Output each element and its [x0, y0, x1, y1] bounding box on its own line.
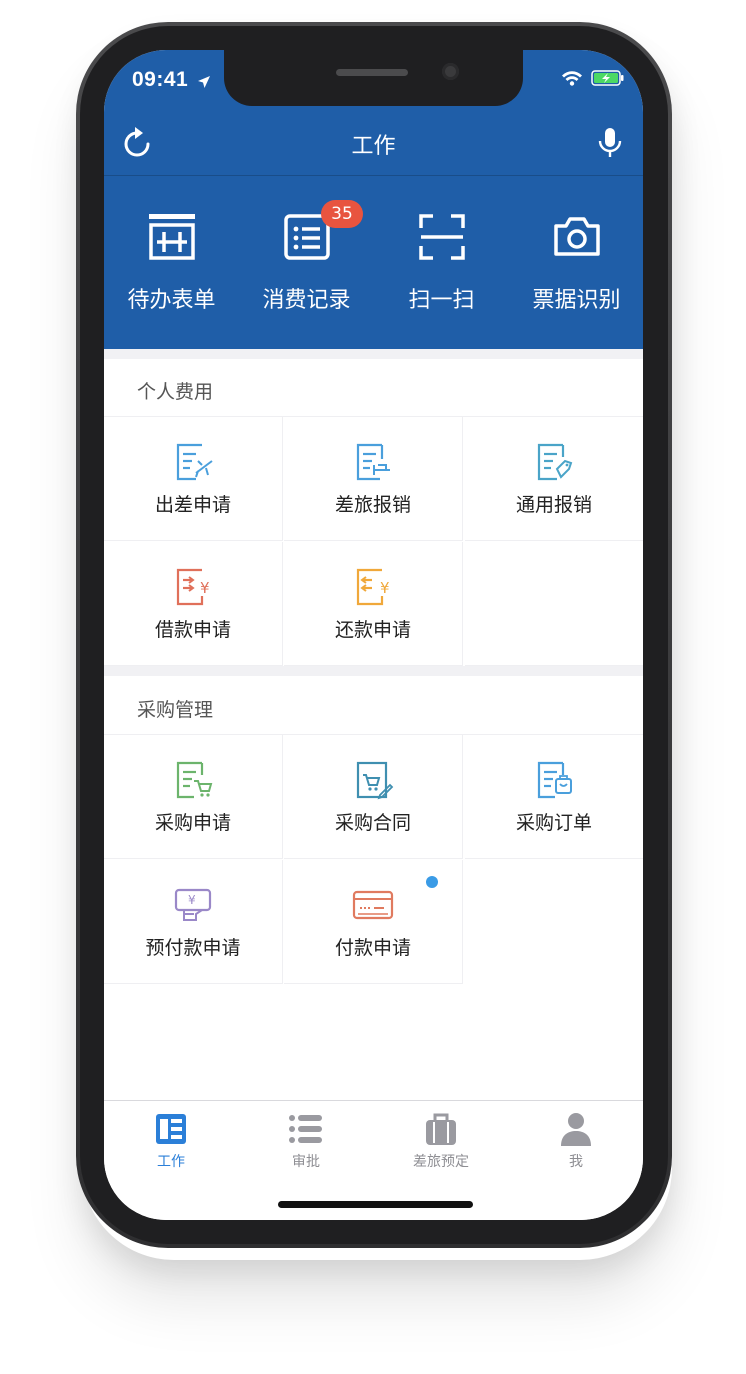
speaker [336, 69, 408, 76]
repay-request-icon: ¥ [356, 568, 390, 606]
prepayment-request-icon: ¥ [174, 888, 212, 921]
grid-item-payment-request[interactable]: 付款申请 [284, 860, 463, 984]
camera-icon [553, 217, 600, 256]
quick-action-expense-records[interactable]: 35 消费记录 [239, 200, 374, 320]
grid-item-label: 借款申请 [154, 619, 231, 641]
purchase-request-icon [176, 761, 213, 799]
location-arrow-icon [198, 76, 210, 88]
list-bullets-icon [289, 1115, 322, 1143]
new-indicator-dot [426, 876, 438, 888]
tab-me[interactable]: 我 [509, 1111, 643, 1171]
grid-item-label: 出差申请 [154, 494, 231, 516]
home-indicator[interactable] [278, 1201, 473, 1208]
unread-badge: 35 [321, 200, 363, 228]
tab-label: 审批 [292, 1154, 320, 1170]
header-divider [104, 175, 643, 176]
header-area: 09:41 工作 待办表单 35 消费记录 扫一扫 票据识别 [104, 50, 643, 349]
quick-action-todo-forms[interactable]: 待办表单 [104, 200, 239, 320]
luggage-icon [426, 1113, 456, 1145]
page-title: 工作 [351, 134, 396, 159]
svg-text:¥: ¥ [188, 893, 196, 907]
status-time: 09:41 [132, 68, 189, 91]
grid-item-repay-request[interactable]: ¥ 还款申请 [284, 542, 463, 666]
tab-approval[interactable]: 审批 [239, 1111, 373, 1171]
work-icon [156, 1114, 186, 1144]
microphone-icon[interactable] [597, 126, 623, 160]
scan-icon [418, 214, 465, 260]
grid-item-prepayment-request[interactable]: ¥ 预付款申请 [104, 860, 283, 984]
grid-item-label: 预付款申请 [145, 937, 241, 959]
quick-action-label: 扫一扫 [408, 288, 475, 313]
tab-label: 差旅预定 [413, 1154, 469, 1170]
tab-work[interactable]: 工作 [104, 1111, 238, 1171]
section-title-purchase: 采购管理 [137, 699, 214, 721]
notch [224, 50, 523, 106]
svg-text:¥: ¥ [380, 579, 390, 597]
grid-item-label: 采购订单 [515, 812, 592, 834]
purchase-order-icon [537, 761, 572, 799]
tab-travel-booking[interactable]: 差旅预定 [374, 1111, 508, 1171]
travel-request-icon [176, 443, 213, 481]
grid-item-loan-request[interactable]: ¥ 借款申请 [104, 542, 283, 666]
grid-empty-cell [465, 542, 643, 666]
grid-item-general-reimburse[interactable]: 通用报销 [465, 417, 643, 541]
travel-reimburse-icon [356, 443, 390, 481]
quick-action-receipt-recognition[interactable]: 票据识别 [509, 200, 643, 320]
general-reimburse-icon [537, 443, 573, 481]
quick-action-scan[interactable]: 扫一扫 [374, 200, 509, 320]
battery-charging-icon [591, 70, 624, 86]
section-title-personal: 个人费用 [137, 381, 214, 403]
grid-item-purchase-contract[interactable]: 采购合同 [284, 735, 463, 859]
front-camera [442, 63, 459, 80]
grid-item-label: 付款申请 [334, 937, 411, 959]
purchase-contract-icon [356, 761, 394, 800]
loan-request-icon: ¥ [176, 568, 210, 606]
user-icon [561, 1113, 591, 1146]
grid-item-label: 差旅报销 [334, 494, 411, 516]
section-gap [104, 349, 643, 359]
grid-item-travel-reimburse[interactable]: 差旅报销 [284, 417, 463, 541]
quick-action-label: 票据识别 [532, 288, 621, 313]
form-icon [148, 214, 195, 260]
app-screen: 09:41 工作 待办表单 35 消费记录 扫一扫 票据识别 个人费用 出差申请… [104, 50, 643, 1220]
payment-request-icon [352, 890, 394, 920]
tab-label: 我 [569, 1154, 583, 1170]
grid-item-travel-request[interactable]: 出差申请 [104, 417, 283, 541]
wifi-icon [562, 71, 582, 86]
tab-label: 工作 [157, 1154, 185, 1170]
grid-item-purchase-request[interactable]: 采购申请 [104, 735, 283, 859]
svg-text:¥: ¥ [200, 579, 210, 597]
quick-action-label: 待办表单 [127, 288, 216, 313]
grid-item-label: 还款申请 [334, 619, 411, 641]
status-right [561, 70, 625, 86]
grid-item-label: 采购合同 [334, 812, 411, 834]
grid-item-label: 采购申请 [154, 812, 231, 834]
quick-action-label: 消费记录 [262, 288, 351, 313]
section-gap [104, 666, 643, 676]
grid-item-purchase-order[interactable]: 采购订单 [465, 735, 643, 859]
grid-item-label: 通用报销 [515, 494, 592, 516]
